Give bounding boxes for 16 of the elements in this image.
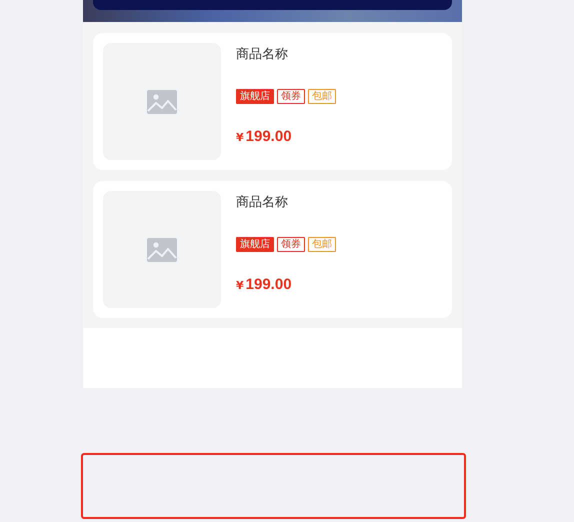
product-tag: 领券 [277,89,305,104]
product-tag: 旗舰店 [236,89,274,104]
product-price: 199.00 [246,276,292,293]
product-tag: 旗舰店 [236,237,274,252]
product-title: 商品名称 [236,194,289,212]
product-tag: 领券 [277,237,305,252]
currency-symbol: ¥ [236,279,244,292]
product-tag: 包邮 [308,237,336,252]
image-icon [147,238,177,262]
product-title: 商品名称 [236,46,289,64]
product-price: 199.00 [246,128,292,145]
product-card[interactable]: 商品名称 旗舰店 领券 包邮 ¥199.00 [93,33,452,170]
image-icon [147,90,177,114]
product-card[interactable]: 商品名称 旗舰店 领券 包邮 ¥199.00 [93,181,452,318]
currency-symbol: ¥ [236,131,244,144]
product-tag: 包邮 [308,89,336,104]
